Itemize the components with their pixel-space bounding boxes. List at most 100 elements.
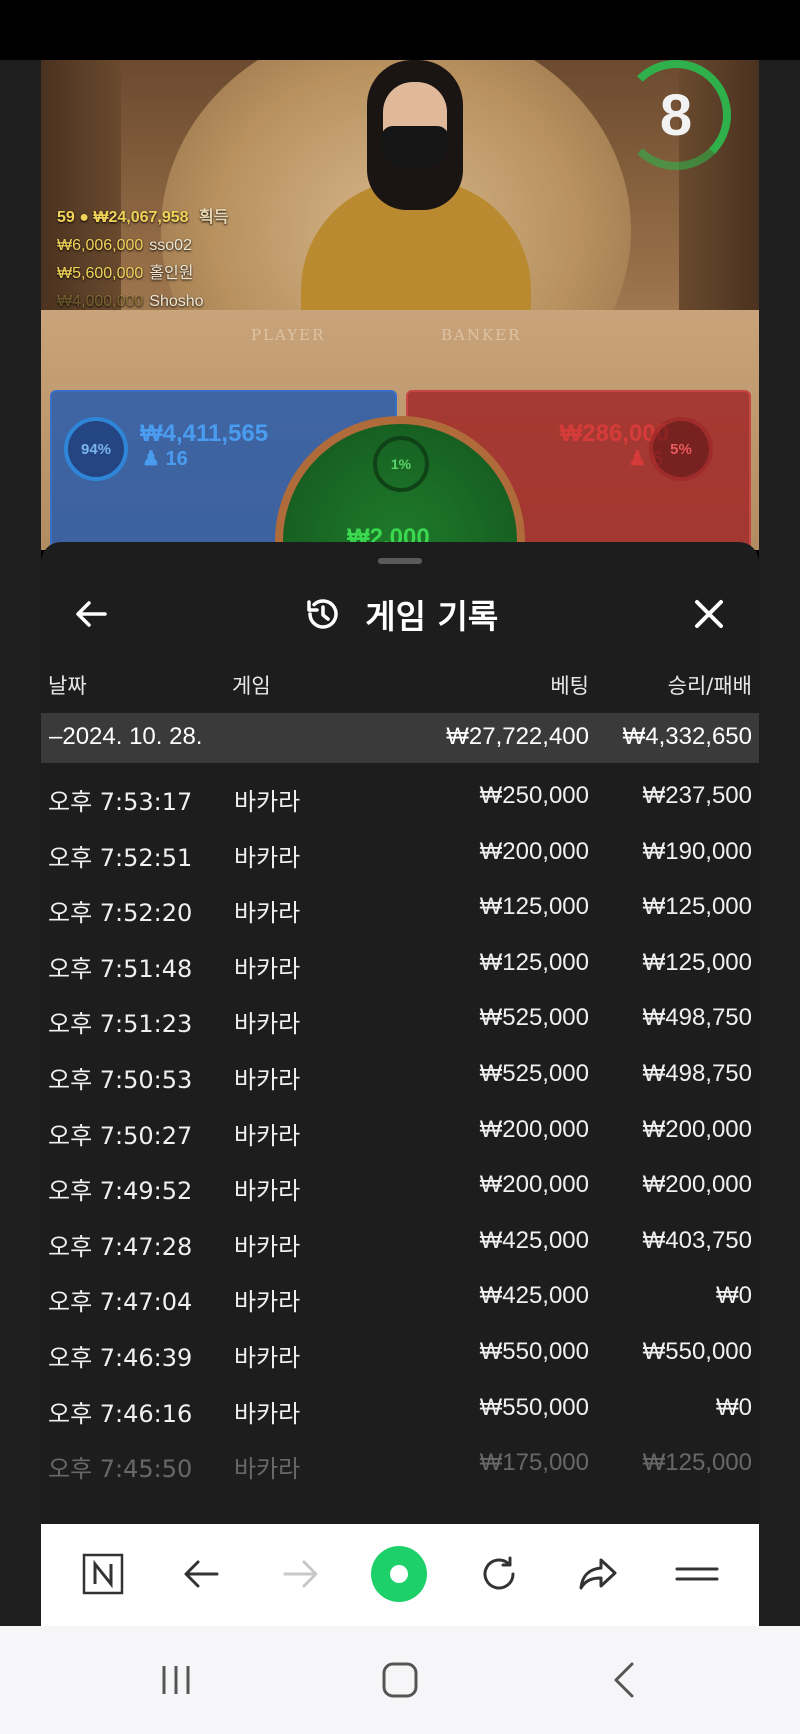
- row-bet: ₩125,000: [479, 948, 589, 976]
- winner-user: Shosho: [149, 293, 204, 310]
- history-icon: [307, 599, 338, 629]
- row-bet: ₩125,000: [479, 893, 589, 921]
- row-result: ₩550,000: [642, 1337, 752, 1365]
- table-row[interactable]: 오후 7:46:16 바카라 ₩550,000 ₩0: [41, 1382, 759, 1438]
- naver-button[interactable]: [75, 1546, 131, 1602]
- row-game: 바카라: [234, 1232, 301, 1261]
- table-row[interactable]: 오후 7:51:23 바카라 ₩525,000 ₩498,750: [41, 992, 759, 1048]
- column-bet: 베팅: [550, 674, 589, 698]
- row-game: 바카라: [234, 1065, 301, 1094]
- row-result: ₩237,500: [642, 782, 752, 809]
- date-group-result-total: ₩4,332,650: [622, 723, 752, 750]
- row-bet: ₩200,000: [479, 837, 589, 865]
- row-time: 오후 7:50:53: [48, 1065, 193, 1094]
- row-result: ₩0: [716, 1282, 752, 1310]
- column-date: 날짜: [48, 674, 87, 698]
- player-percent: 94%: [64, 417, 128, 481]
- table-row[interactable]: 오후 7:47:28 바카라 ₩425,000 ₩403,750: [41, 1215, 759, 1271]
- recents-button[interactable]: [146, 1652, 206, 1708]
- row-bet: ₩200,000: [479, 1115, 589, 1143]
- table-row[interactable]: 오후 7:53:17 바카라 ₩250,000 ₩237,500: [41, 770, 759, 826]
- row-result: ₩0: [716, 1393, 752, 1421]
- row-time: 오후 7:45:50: [48, 1455, 193, 1484]
- winners-summary: 59 ● ₩24,067,958 획득: [57, 204, 228, 232]
- back-arrow-icon: [184, 1560, 219, 1588]
- row-game: 바카라: [234, 1010, 301, 1039]
- system-back-button[interactable]: [594, 1652, 654, 1708]
- winner-suffix: 획득: [199, 209, 229, 226]
- home-icon: [371, 1546, 427, 1602]
- table-row[interactable]: 오후 7:46:39 바카라 ₩550,000 ₩550,000: [41, 1326, 759, 1382]
- row-bet: ₩550,000: [479, 1393, 589, 1421]
- menu-icon: [675, 1567, 719, 1581]
- browser-home-button[interactable]: [371, 1546, 427, 1602]
- table-row[interactable]: 오후 7:49:52 바카라 ₩200,000 ₩200,000: [41, 1159, 759, 1215]
- row-game: 바카라: [234, 899, 301, 928]
- dealer-mask: [381, 126, 449, 168]
- row-game: 바카라: [234, 843, 301, 872]
- history-rows: 오후 7:53:17 바카라 ₩250,000 ₩237,500 오후 7:52:51…: [41, 770, 759, 1493]
- row-bet: ₩550,000: [479, 1337, 589, 1365]
- person-icon: ♟: [628, 448, 647, 470]
- row-time: 오후 7:52:51: [48, 843, 193, 872]
- table-row[interactable]: 오후 7:47:04 바카라 ₩425,000 ₩0: [41, 1270, 759, 1326]
- browser-toolbar: [41, 1524, 759, 1626]
- row-result: ₩403,750: [642, 1226, 752, 1254]
- row-game: 바카라: [234, 788, 301, 816]
- winner-user: sso02: [149, 237, 192, 254]
- winner-amount: ₩5,600,000: [57, 265, 144, 282]
- player-bet-amount: ₩4,411,565: [140, 420, 269, 447]
- row-result: ₩498,750: [642, 1004, 752, 1032]
- countdown-timer: 8: [621, 60, 731, 170]
- naver-n-icon: [82, 1553, 124, 1595]
- home-icon: [382, 1662, 418, 1698]
- sheet-drag-handle[interactable]: [378, 558, 422, 564]
- table-row[interactable]: 오후 7:51:48 바카라 ₩125,000 ₩125,000: [41, 937, 759, 993]
- row-game: 바카라: [234, 1455, 301, 1484]
- tie-percent: 1%: [373, 436, 429, 492]
- browser-back-button[interactable]: [173, 1546, 229, 1602]
- row-bet: ₩175,000: [479, 1449, 589, 1477]
- winner-entry: ₩5,600,000 홀인원: [57, 260, 228, 288]
- status-bar: [0, 0, 800, 60]
- refresh-icon: [483, 1556, 515, 1590]
- winner-user: 홀인원: [149, 265, 194, 282]
- winner-entry: ₩6,006,000 sso02: [57, 232, 228, 260]
- player-bettor-count: ♟ 16: [142, 446, 188, 471]
- row-result: ₩200,000: [642, 1115, 752, 1143]
- row-time: 오후 7:47:28: [48, 1232, 193, 1261]
- row-time: 오후 7:51:23: [48, 1010, 193, 1039]
- row-result: ₩125,000: [642, 893, 752, 921]
- date-group-bet-total: ₩27,722,400: [446, 723, 589, 750]
- player-count-value: 16: [165, 448, 188, 470]
- column-result: 승리/패배: [667, 674, 752, 698]
- row-time: 오후 7:51:48: [48, 954, 193, 983]
- forward-arrow-icon: [283, 1560, 318, 1588]
- person-icon: ♟: [142, 448, 160, 470]
- share-button[interactable]: [571, 1546, 627, 1602]
- row-game: 바카라: [234, 1121, 301, 1150]
- row-bet: ₩525,000: [479, 1004, 589, 1032]
- browser-forward-button[interactable]: [273, 1546, 329, 1602]
- row-game: 바카라: [234, 1177, 301, 1206]
- sheet-header: 게임 기록: [41, 582, 759, 646]
- person-icon: ●: [79, 209, 89, 226]
- table-row[interactable]: 오후 7:52:20 바카라 ₩125,000 ₩125,000: [41, 881, 759, 937]
- right-margin: [759, 60, 800, 1626]
- close-button[interactable]: [687, 592, 731, 636]
- date-group-row[interactable]: –2024. 10. 28. ₩27,722,400 ₩4,332,650: [41, 713, 759, 763]
- winner-total: ₩24,067,958: [93, 209, 189, 226]
- table-row[interactable]: 오후 7:52:51 바카라 ₩200,000 ₩190,000: [41, 826, 759, 882]
- left-margin: [0, 60, 41, 1626]
- sheet-title-text: 게임 기록: [365, 597, 499, 636]
- refresh-button[interactable]: [471, 1546, 527, 1602]
- live-video[interactable]: PLAYER BANKER 8 59 ● ₩24,067,958 획득 ₩6,0…: [41, 60, 759, 550]
- table-row[interactable]: 오후 7:50:53 바카라 ₩525,000 ₩498,750: [41, 1048, 759, 1104]
- row-bet: ₩425,000: [479, 1282, 589, 1310]
- home-button[interactable]: [370, 1652, 430, 1708]
- row-time: 오후 7:50:27: [48, 1121, 193, 1150]
- row-bet: ₩250,000: [479, 782, 589, 809]
- table-row[interactable]: 오후 7:50:27 바카라 ₩200,000 ₩200,000: [41, 1104, 759, 1160]
- menu-button[interactable]: [669, 1546, 725, 1602]
- table-row[interactable]: 오후 7:45:50 바카라 ₩175,000 ₩125,000: [41, 1437, 759, 1493]
